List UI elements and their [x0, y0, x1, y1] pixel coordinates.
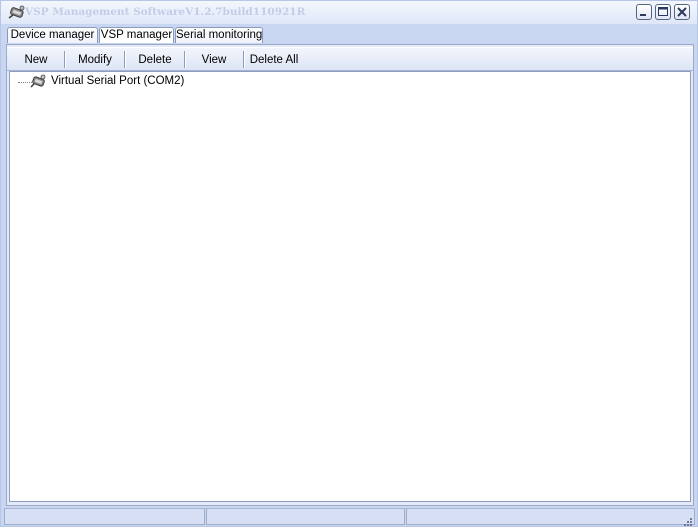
delete-button[interactable]: Delete — [131, 52, 179, 68]
modify-button[interactable]: Modify — [71, 52, 119, 68]
tree-item-com2[interactable]: Virtual Serial Port (COM2) — [51, 75, 184, 87]
status-bar — [1, 506, 697, 526]
title-bar[interactable]: VSP Management SoftwareV1.2.7build110921… — [1, 1, 697, 24]
status-pane — [4, 508, 205, 525]
status-pane — [206, 508, 405, 525]
status-pane — [406, 508, 695, 525]
new-button[interactable]: New — [15, 52, 57, 68]
tab-serial-monitoring[interactable]: Serial monitoring — [175, 27, 263, 43]
delete-all-button[interactable]: Delete All — [249, 52, 299, 68]
maximize-icon — [658, 7, 668, 16]
view-button[interactable]: View — [191, 52, 237, 68]
minimize-icon — [640, 14, 646, 16]
tab-vsp-manager[interactable]: VSP manager — [99, 27, 174, 43]
window-title: VSP Management SoftwareV1.2.7build110921… — [25, 6, 306, 18]
close-button[interactable] — [674, 4, 690, 20]
maximize-button[interactable] — [655, 4, 671, 20]
tab-strip: Device manager VSP manager Serial monito… — [1, 24, 697, 44]
resize-grip-icon[interactable] — [682, 512, 693, 526]
serial-port-icon — [30, 74, 48, 90]
toolbar: New Modify Delete View Delete All — [7, 47, 693, 71]
toolbar-separator — [124, 51, 126, 68]
port-tree[interactable]: Virtual Serial Port (COM2) — [9, 71, 691, 502]
toolbar-separator — [64, 51, 66, 68]
toolbar-separator — [184, 51, 186, 68]
app-window: VSP Management SoftwareV1.2.7build110921… — [0, 0, 698, 527]
minimize-button[interactable] — [636, 4, 652, 20]
vsp-manager-panel: New Modify Delete View Delete All Virtua… — [6, 44, 694, 506]
toolbar-separator — [243, 51, 245, 68]
tab-device-manager[interactable]: Device manager — [7, 27, 98, 43]
close-icon — [677, 7, 687, 17]
